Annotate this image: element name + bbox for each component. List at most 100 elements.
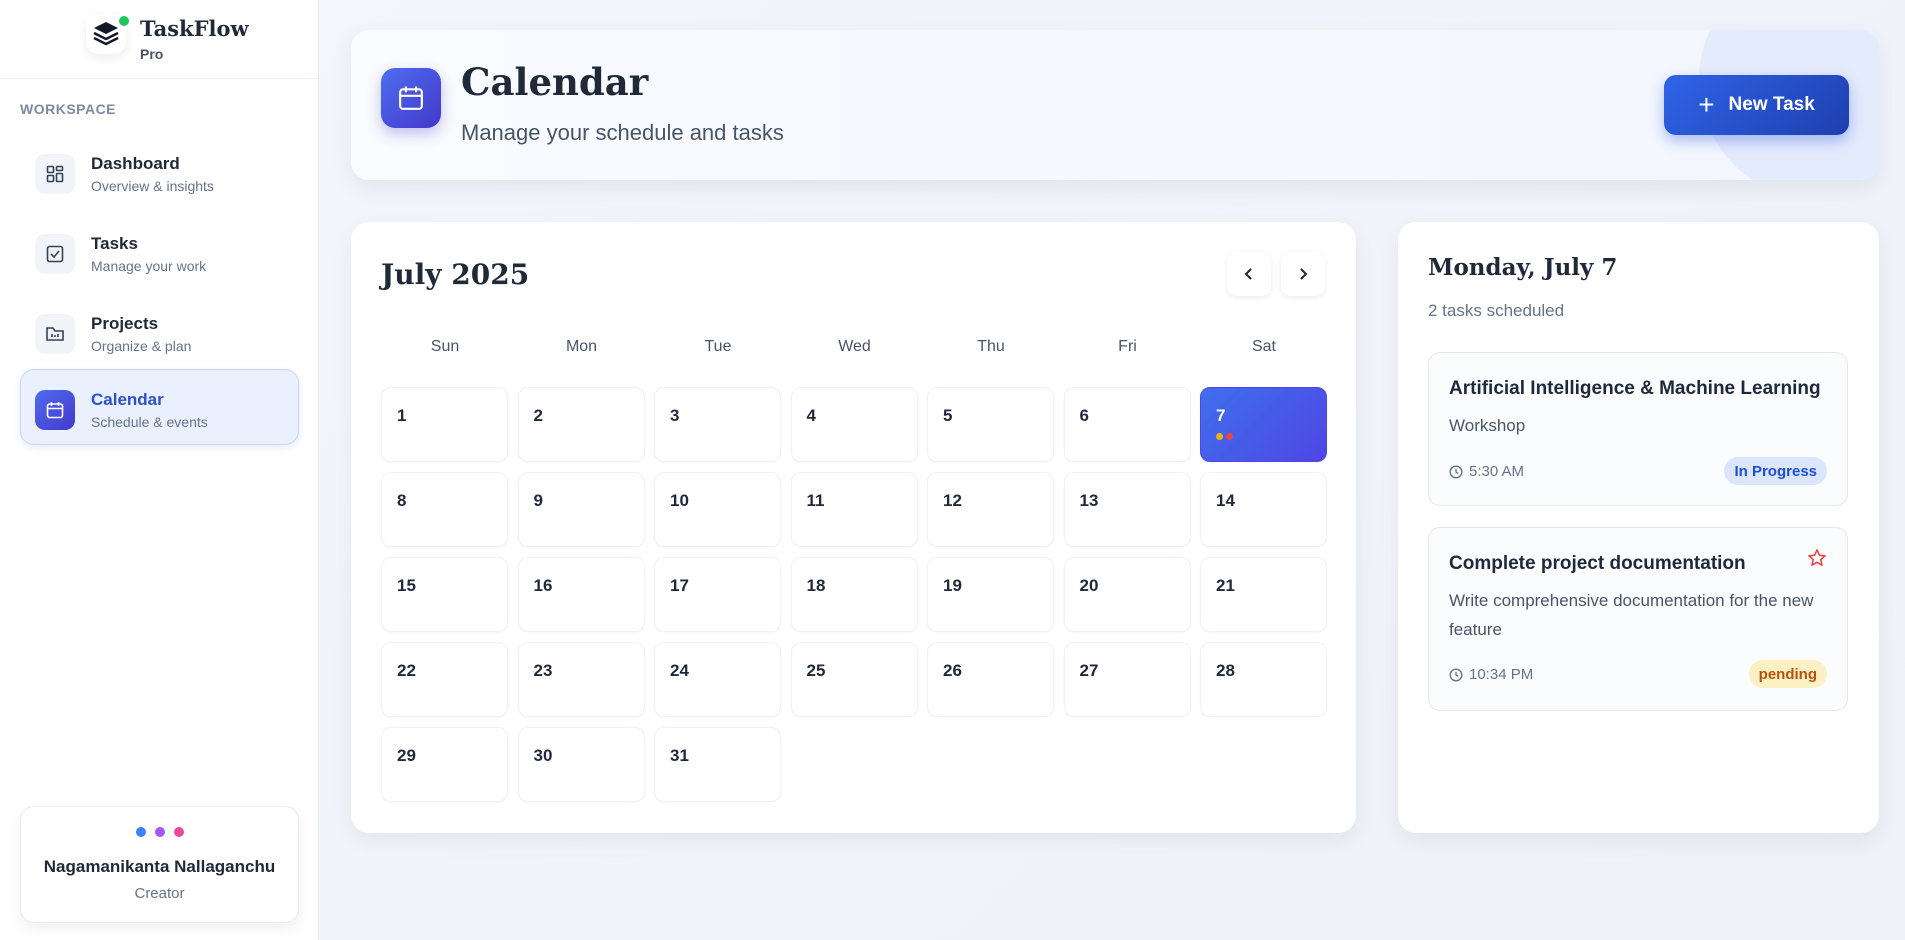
sidebar-section-label: WORKSPACE — [20, 101, 117, 117]
new-task-label: New Task — [1728, 94, 1815, 115]
day-number: 17 — [670, 576, 689, 595]
task-card[interactable]: Complete project documentation Write com… — [1428, 527, 1848, 711]
calendar-day-8[interactable]: 8 — [381, 472, 508, 547]
sidebar-item-label: Dashboard — [91, 154, 180, 173]
task-time: 10:34 PM — [1449, 666, 1533, 683]
task-card[interactable]: Artificial Intelligence & Machine Learni… — [1428, 352, 1848, 506]
selected-day-title: Monday, July 7 — [1428, 254, 1618, 281]
day-number: 23 — [533, 661, 553, 680]
brand[interactable]: TaskFlow Pro — [0, 0, 318, 79]
calendar-day-31[interactable]: 31 — [654, 727, 781, 802]
calendar-day-3[interactable]: 3 — [654, 387, 781, 462]
day-number: 1 — [397, 406, 407, 425]
calendar-day-27[interactable]: 27 — [1063, 642, 1191, 717]
sidebar-item-desc: Overview & insights — [91, 178, 214, 194]
calendar-day-13[interactable]: 13 — [1063, 472, 1191, 547]
clock-icon — [1449, 464, 1463, 479]
weekday-label: Fri — [1118, 338, 1137, 355]
day-number: 11 — [806, 491, 825, 510]
task-indicator-dots — [1216, 433, 1233, 440]
task-time-text: 5:30 AM — [1469, 463, 1525, 480]
weekday-label: Sun — [430, 338, 460, 355]
brand-tier: Pro — [140, 46, 164, 62]
calendar-day-7[interactable]: 7 — [1200, 387, 1327, 462]
clock-icon — [1449, 667, 1463, 682]
plus-icon: + — [1698, 89, 1715, 120]
task-title: Complete project documentation — [1449, 553, 1746, 574]
day-number: 26 — [943, 661, 962, 680]
user-name: Nagamanikanta Nallaganchu — [43, 857, 276, 876]
user-role: Creator — [134, 885, 185, 902]
calendar-day-23[interactable]: 23 — [517, 642, 645, 717]
calendar-day-29[interactable]: 29 — [381, 727, 508, 802]
day-number: 8 — [397, 491, 407, 510]
task-indicator-dot — [1216, 433, 1223, 440]
calendar-day-21[interactable]: 21 — [1200, 557, 1327, 632]
calendar-day-16[interactable]: 16 — [517, 557, 645, 632]
decor-dot — [135, 827, 146, 837]
page-header: Calendar Manage your schedule and tasks … — [351, 30, 1879, 180]
user-card[interactable]: Nagamanikanta Nallaganchu Creator — [20, 806, 299, 923]
day-number: 18 — [806, 576, 826, 595]
weekday-label: Tue — [704, 338, 732, 355]
day-number: 14 — [1216, 491, 1235, 510]
calendar-day-15[interactable]: 15 — [381, 557, 508, 632]
star-icon[interactable] — [1807, 548, 1827, 568]
task-indicator-dot — [1226, 433, 1233, 440]
day-number: 6 — [1079, 406, 1089, 425]
calendar-day-24[interactable]: 24 — [654, 642, 781, 717]
user-decor-dots — [21, 827, 298, 837]
calendar-day-12[interactable]: 12 — [927, 472, 1054, 547]
day-number: 31 — [670, 746, 689, 765]
calendar-day-30[interactable]: 30 — [517, 727, 645, 802]
weekday-label: Sat — [1251, 338, 1276, 355]
calendar-day-18[interactable]: 18 — [790, 557, 918, 632]
sidebar-item-tasks[interactable]: Tasks Manage your work — [20, 213, 299, 289]
day-number: 28 — [1216, 661, 1235, 680]
day-number: 3 — [670, 406, 680, 425]
sidebar-item-calendar[interactable]: Calendar Schedule & events — [20, 369, 299, 445]
sidebar-item-dashboard[interactable]: Dashboard Overview & insights — [20, 133, 299, 209]
calendar-icon — [35, 390, 75, 430]
sidebar-item-projects[interactable]: Projects Organize & plan — [20, 293, 299, 369]
next-month-button[interactable] — [1281, 252, 1325, 296]
calendar-day-17[interactable]: 17 — [654, 557, 781, 632]
sidebar-item-label: Tasks — [91, 234, 138, 253]
task-time: 5:30 AM — [1449, 463, 1524, 480]
day-number: 19 — [943, 576, 962, 595]
calendar-day-14[interactable]: 14 — [1200, 472, 1327, 547]
calendar-day-26[interactable]: 26 — [927, 642, 1054, 717]
calendar-day-25[interactable]: 25 — [790, 642, 918, 717]
calendar-day-19[interactable]: 19 — [927, 557, 1054, 632]
new-task-button[interactable]: + New Task — [1664, 75, 1849, 135]
month-title: July 2025 — [381, 258, 530, 291]
prev-month-button[interactable] — [1227, 252, 1271, 296]
day-number: 30 — [533, 746, 553, 765]
calendar-day-22[interactable]: 22 — [381, 642, 508, 717]
sidebar-item-desc: Schedule & events — [91, 414, 208, 430]
day-number: 10 — [670, 491, 689, 510]
calendar-day-1[interactable]: 1 — [381, 387, 508, 462]
calendar-day-20[interactable]: 20 — [1063, 557, 1191, 632]
day-number: 20 — [1079, 576, 1099, 595]
day-number: 21 — [1216, 576, 1235, 595]
page-subtitle: Manage your schedule and tasks — [461, 120, 784, 145]
day-number: 29 — [397, 746, 416, 765]
calendar-day-4[interactable]: 4 — [790, 387, 918, 462]
calendar-day-2[interactable]: 2 — [517, 387, 645, 462]
task-title: Artificial Intelligence & Machine Learni… — [1449, 378, 1821, 399]
online-status-dot — [117, 14, 131, 28]
calendar-day-28[interactable]: 28 — [1200, 642, 1327, 717]
sidebar: TaskFlow Pro WORKSPACE Dashboard Overvie… — [0, 0, 319, 940]
calendar-day-9[interactable]: 9 — [517, 472, 645, 547]
calendar-day-6[interactable]: 6 — [1063, 387, 1191, 462]
day-number: 24 — [670, 661, 689, 680]
decor-dot — [173, 827, 184, 837]
calendar-day-10[interactable]: 10 — [654, 472, 781, 547]
checkbox-icon — [35, 234, 75, 274]
task-count: 2 tasks scheduled — [1428, 301, 1565, 320]
task-description: Write comprehensive documentation for th… — [1449, 591, 1814, 639]
calendar-day-11[interactable]: 11 — [790, 472, 918, 547]
calendar-day-5[interactable]: 5 — [927, 387, 1054, 462]
day-number: 4 — [806, 406, 816, 425]
